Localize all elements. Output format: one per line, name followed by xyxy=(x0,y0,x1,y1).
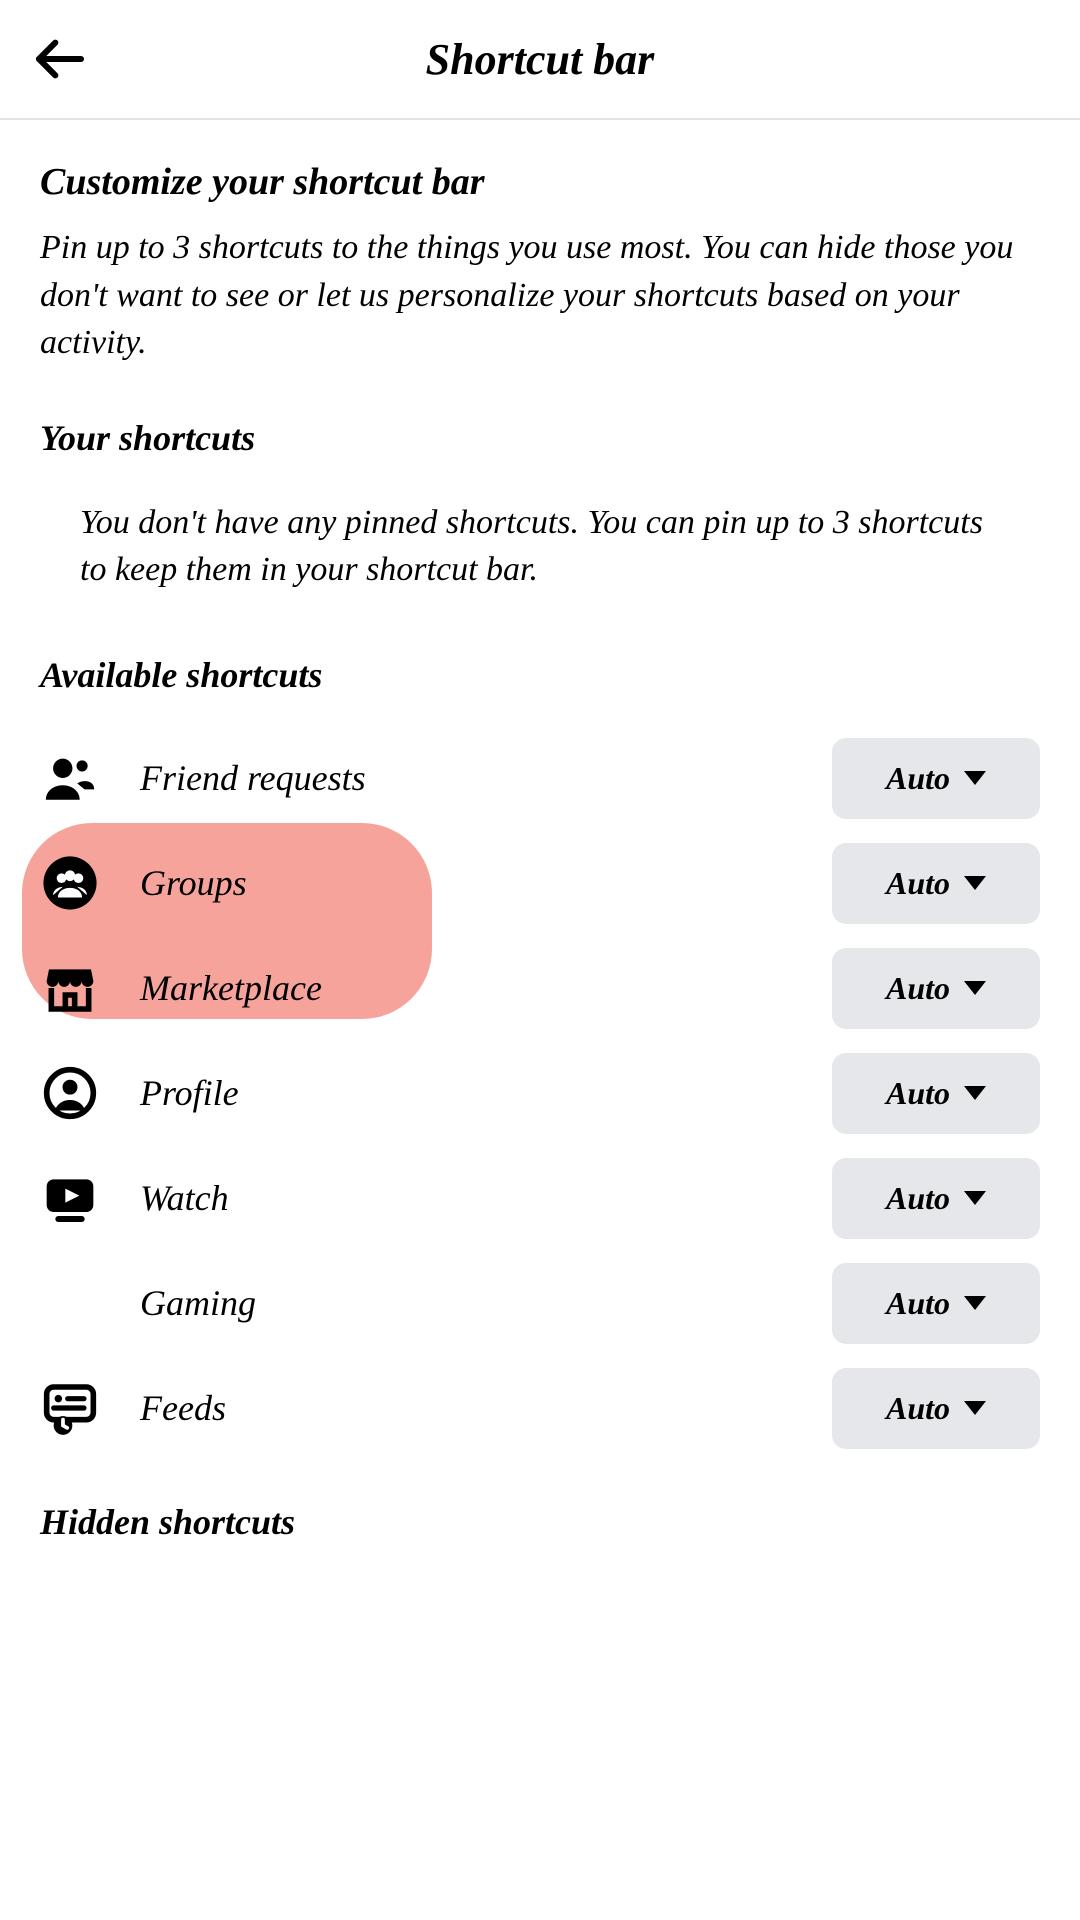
shortcut-label: Feeds xyxy=(140,1387,832,1429)
available-shortcuts-title: Available shortcuts xyxy=(40,654,1040,696)
dropdown-value: Auto xyxy=(886,970,950,1007)
intro-description: Pin up to 3 shortcuts to the things you … xyxy=(40,224,1040,367)
your-shortcuts-empty: You don't have any pinned shortcuts. You… xyxy=(40,499,1040,594)
shortcut-row-friend-requests: Friend requests Auto xyxy=(40,726,1040,831)
shortcut-dropdown-friend-requests[interactable]: Auto xyxy=(832,738,1040,819)
chevron-down-icon xyxy=(964,1401,986,1415)
chevron-down-icon xyxy=(964,1296,986,1310)
intro-title: Customize your shortcut bar xyxy=(40,160,1040,204)
feeds-icon xyxy=(40,1378,100,1438)
shortcut-dropdown-watch[interactable]: Auto xyxy=(832,1158,1040,1239)
shortcut-row-feeds: Feeds Auto xyxy=(40,1356,1040,1461)
dropdown-value: Auto xyxy=(886,1075,950,1112)
watch-icon xyxy=(40,1168,100,1228)
content: Customize your shortcut bar Pin up to 3 … xyxy=(0,120,1080,1543)
shortcut-label: Groups xyxy=(140,862,832,904)
shortcut-row-marketplace: Marketplace Auto xyxy=(40,936,1040,1041)
your-shortcuts-title: Your shortcuts xyxy=(40,417,1040,459)
profile-icon xyxy=(40,1063,100,1123)
chevron-down-icon xyxy=(964,1086,986,1100)
chevron-down-icon xyxy=(964,876,986,890)
dropdown-value: Auto xyxy=(886,1285,950,1322)
shortcut-row-profile: Profile Auto xyxy=(40,1041,1040,1146)
shortcut-label: Marketplace xyxy=(140,967,832,1009)
shortcut-dropdown-marketplace[interactable]: Auto xyxy=(832,948,1040,1029)
shortcut-row-groups: Groups Auto xyxy=(40,831,1040,936)
header: Shortcut bar xyxy=(0,0,1080,120)
groups-icon xyxy=(40,853,100,913)
chevron-down-icon xyxy=(964,981,986,995)
shortcut-dropdown-profile[interactable]: Auto xyxy=(832,1053,1040,1134)
chevron-down-icon xyxy=(964,771,986,785)
shortcut-label: Watch xyxy=(140,1177,832,1219)
dropdown-value: Auto xyxy=(886,1180,950,1217)
page-title: Shortcut bar xyxy=(0,34,1080,85)
shortcut-dropdown-feeds[interactable]: Auto xyxy=(832,1368,1040,1449)
shortcut-dropdown-groups[interactable]: Auto xyxy=(832,843,1040,924)
back-arrow-icon xyxy=(32,31,88,87)
shortcut-dropdown-gaming[interactable]: Auto xyxy=(832,1263,1040,1344)
back-button[interactable] xyxy=(30,29,90,89)
friend-requests-icon xyxy=(40,748,100,808)
marketplace-icon xyxy=(40,958,100,1018)
dropdown-value: Auto xyxy=(886,1390,950,1427)
shortcut-label: Gaming xyxy=(140,1282,832,1324)
chevron-down-icon xyxy=(964,1191,986,1205)
hidden-shortcuts-title: Hidden shortcuts xyxy=(40,1501,1040,1543)
shortcut-label: Friend requests xyxy=(140,757,832,799)
gaming-icon xyxy=(40,1273,100,1333)
shortcut-label: Profile xyxy=(140,1072,832,1114)
shortcut-row-gaming: Gaming Auto xyxy=(40,1251,1040,1356)
shortcut-row-watch: Watch Auto xyxy=(40,1146,1040,1251)
dropdown-value: Auto xyxy=(886,865,950,902)
dropdown-value: Auto xyxy=(886,760,950,797)
